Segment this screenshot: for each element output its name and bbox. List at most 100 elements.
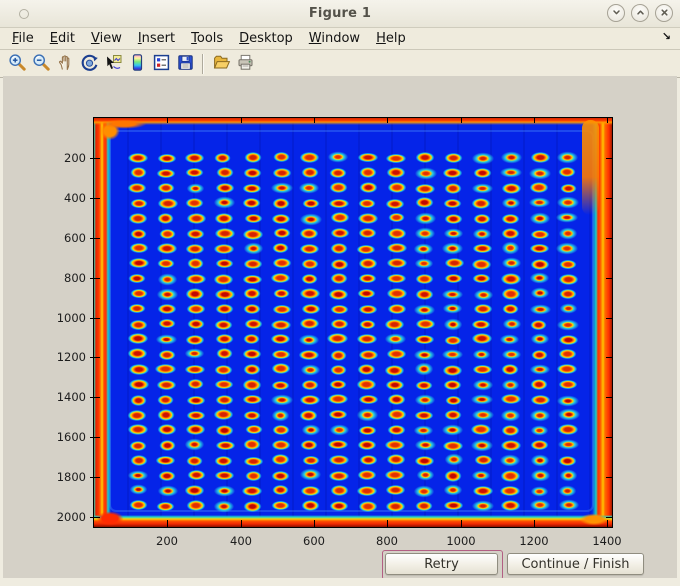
spot [556,166,578,179]
spot [269,499,291,511]
spot [127,272,148,285]
plot-area[interactable] [93,117,613,528]
spot [155,167,177,179]
spot [156,484,180,498]
spot [156,469,177,483]
menu-item-window[interactable]: Window [309,31,360,46]
spot [500,363,520,376]
spot [214,257,236,269]
spot [211,408,236,421]
spot [528,180,551,194]
spot [300,273,320,285]
print-icon [236,53,255,75]
spot [471,303,495,315]
spot [529,425,550,437]
toolbar-button-open[interactable] [209,52,233,76]
spot [444,394,464,407]
spot [326,393,350,406]
retry-button[interactable]: Retry [385,553,498,575]
menu-item-file[interactable]: File [12,31,34,46]
spot [268,272,293,285]
figure-canvas: 200 400 600 800 1000 1200 1400 200 400 600 800 1000… [3,76,677,580]
spot [471,378,494,391]
tick-mark [90,198,94,199]
menu-item-insert[interactable]: Insert [138,31,175,46]
menu-item-view[interactable]: View [91,31,122,46]
spot [269,333,293,345]
toolbar-button-pan[interactable] [53,52,77,76]
chevron-down-icon [611,6,622,21]
spot [270,212,293,225]
toolbar-button-zoom-out[interactable] [29,52,53,76]
tick-mark [167,118,168,123]
spot [414,288,436,302]
spot [559,302,579,314]
spot [241,409,262,421]
continue-finish-button[interactable]: Continue / Finish [507,553,644,575]
toolbar-button-zoom-in[interactable] [5,52,29,76]
toolbar-button-colorbar[interactable] [125,52,149,76]
zoom-in-icon [8,53,27,75]
minimize-button[interactable] [607,4,625,22]
spot [469,393,494,406]
spot [129,394,149,407]
spot [385,256,410,270]
toolbar-button-data-cursor[interactable] [101,52,125,76]
spot [529,348,550,362]
spot [242,150,263,164]
spot [528,243,552,255]
spot [529,272,550,284]
y-tick-label: 600 [64,231,86,245]
spot [155,500,176,512]
tick-mark [94,397,100,398]
spot [442,317,463,331]
spot [185,318,206,331]
spot [213,211,235,225]
spot [299,212,323,226]
spot [270,393,295,406]
spot [527,196,552,209]
toolbar-button-print[interactable] [233,52,257,76]
spot [501,196,522,210]
spot [327,288,351,302]
spot [126,469,149,482]
spot [241,363,263,376]
spot [384,332,407,345]
menu-item-edit[interactable]: Edit [50,31,75,46]
maximize-button[interactable] [631,4,649,22]
spot [241,303,263,315]
spot [129,454,149,467]
spot [556,347,579,360]
spot [328,181,349,195]
spot [157,272,178,286]
toolbar-button-legend[interactable] [149,52,173,76]
menu-item-tools[interactable]: Tools [191,31,223,46]
spot [356,212,381,225]
spot [384,500,407,513]
spot [557,485,578,497]
spot [212,484,236,497]
spot [413,379,435,392]
spot [127,318,150,331]
spot [128,499,149,512]
spot [156,181,177,194]
spot [184,438,205,451]
menu-item-help[interactable]: Help [376,31,406,46]
plate-corner-blob [96,118,152,130]
title-bar[interactable]: Figure 1 [0,0,680,28]
spot [184,227,206,240]
close-button[interactable] [655,4,673,22]
toolbar-button-save[interactable] [173,52,197,76]
spot [413,317,438,330]
toolbar-button-rotate-3d[interactable] [77,52,101,76]
tick-mark [94,318,100,319]
tick-mark [90,318,94,319]
spot [470,183,494,195]
menu-overflow-arrow[interactable]: ↘ [662,30,671,43]
spot [469,257,494,271]
spot [413,425,435,437]
spot [557,438,580,451]
menu-item-desktop[interactable]: Desktop [239,31,293,46]
spot [239,484,265,497]
spot [214,333,235,345]
